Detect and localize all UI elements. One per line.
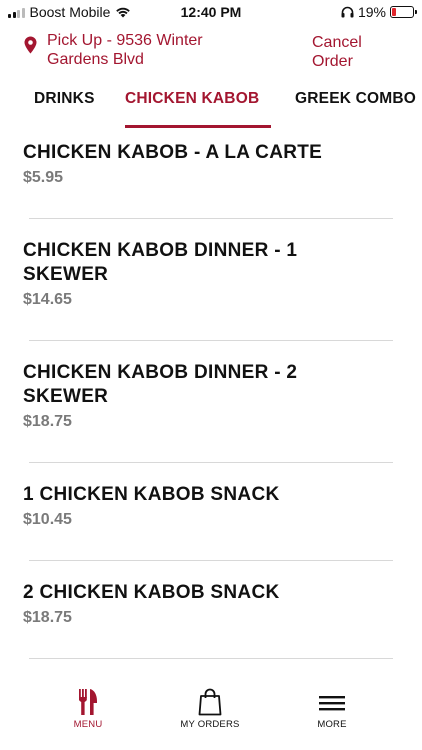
- pickup-location[interactable]: Pick Up - 9536 Winter Gardens Blvd: [24, 31, 237, 69]
- battery-level: [392, 8, 396, 16]
- status-bar: Boost Mobile 12:40 PM 19%: [0, 0, 422, 26]
- list-item[interactable]: CHICKEN KABOB - A LA CARTE $5.95: [0, 128, 422, 219]
- item-name: CHICKEN KABOB DINNER - 1 SKEWER: [23, 240, 298, 285]
- list-item[interactable]: 1 CHICKEN KABOB SNACK $10.45: [0, 463, 422, 561]
- item-name: 2 CHICKEN KABOB SNACK: [23, 582, 280, 603]
- item-price: $14.65: [23, 291, 72, 308]
- battery-icon: [390, 6, 417, 18]
- location-pin-icon: [24, 36, 37, 54]
- nav-my-orders-label: MY ORDERS: [180, 719, 240, 730]
- status-right: 19%: [341, 4, 417, 20]
- nav-more[interactable]: MORE: [287, 688, 377, 730]
- item-name: CHICKEN KABOB - A LA CARTE: [23, 142, 323, 163]
- list-item[interactable]: 2 CHICKEN KABOB SNACK $18.75: [0, 561, 422, 659]
- item-name: 1 CHICKEN KABOB SNACK: [23, 484, 280, 505]
- nav-more-label: MORE: [317, 719, 347, 730]
- hamburger-icon: [319, 696, 345, 711]
- nav-menu[interactable]: MENU: [43, 688, 133, 730]
- menu-list: CHICKEN KABOB - A LA CARTE $5.95 CHICKEN…: [0, 128, 422, 659]
- shopping-bag-icon: [198, 688, 222, 716]
- nav-menu-label: MENU: [73, 719, 103, 730]
- headphones-icon: [341, 6, 354, 18]
- category-tabs: DRINKS CHICKEN KABOB GREEK COMBO: [0, 88, 422, 128]
- item-price: $5.95: [23, 169, 64, 186]
- item-price: $18.75: [23, 413, 72, 430]
- list-item[interactable]: CHICKEN KABOB DINNER - 1 SKEWER $14.65: [0, 219, 422, 341]
- tab-greek-combo[interactable]: GREEK COMBO: [295, 88, 416, 128]
- nav-my-orders[interactable]: MY ORDERS: [165, 688, 255, 730]
- cancel-order-button[interactable]: Cancel Order: [312, 33, 382, 71]
- item-price: $18.75: [23, 609, 72, 626]
- fork-knife-icon: [79, 689, 97, 715]
- list-item[interactable]: CHICKEN KABOB DINNER - 2 SKEWER $18.75: [0, 341, 422, 463]
- item-name: CHICKEN KABOB DINNER - 2 SKEWER: [23, 362, 298, 407]
- tab-drinks[interactable]: DRINKS: [34, 88, 95, 128]
- bottom-nav: MENU MY ORDERS MORE: [0, 680, 422, 750]
- battery-percent: 19%: [357, 4, 386, 20]
- item-price: $10.45: [23, 511, 72, 528]
- tab-chicken-kabob[interactable]: CHICKEN KABOB: [125, 88, 259, 128]
- pickup-label: Pick Up - 9536 Winter Gardens Blvd: [47, 32, 203, 68]
